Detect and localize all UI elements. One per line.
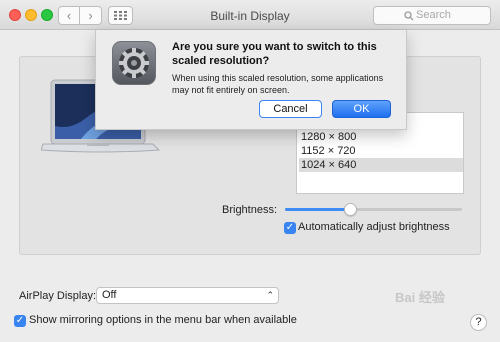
title-bar: ‹ › Built-in Display Search <box>0 0 500 30</box>
watermark: Bai 经验 <box>395 290 445 305</box>
airplay-display-select[interactable]: Off ⌃ <box>96 287 279 304</box>
gear-icon <box>112 41 156 85</box>
checkmark-icon: ✓ <box>285 222 295 233</box>
cancel-button[interactable]: Cancel <box>259 100 322 118</box>
airplay-selected-value: Off <box>102 289 117 301</box>
help-button[interactable]: ? <box>470 314 487 331</box>
search-placeholder: Search <box>416 9 451 21</box>
resolution-option-selected[interactable]: 1024 × 640 <box>299 158 463 172</box>
brightness-slider-fill <box>285 208 351 211</box>
brightness-slider[interactable] <box>285 203 462 216</box>
auto-brightness-checkbox[interactable]: ✓ <box>284 222 296 234</box>
dialog-title: Are you sure you want to switch to this … <box>172 41 377 67</box>
brightness-slider-thumb[interactable] <box>344 203 358 216</box>
auto-brightness-label: Automatically adjust brightness <box>298 221 450 233</box>
mirroring-options-label: Show mirroring options in the menu bar w… <box>29 314 297 326</box>
resolution-option[interactable]: 1152 × 720 <box>299 144 463 158</box>
dialog-message: When using this scaled resolution, some … <box>172 73 384 95</box>
checkmark-icon: ✓ <box>15 315 25 326</box>
mirroring-options-checkbox[interactable]: ✓ <box>14 315 26 327</box>
confirmation-dialog: Are you sure you want to switch to this … <box>95 30 407 130</box>
airplay-display-label: AirPlay Display: <box>19 290 97 302</box>
brightness-label: Brightness: <box>222 204 278 216</box>
updown-chevron-icon: ⌃ <box>266 290 274 300</box>
resolution-option[interactable]: 1280 × 800 <box>299 130 463 144</box>
ok-button[interactable]: OK <box>332 100 391 118</box>
search-icon <box>404 11 414 21</box>
search-field[interactable]: Search <box>373 6 491 25</box>
